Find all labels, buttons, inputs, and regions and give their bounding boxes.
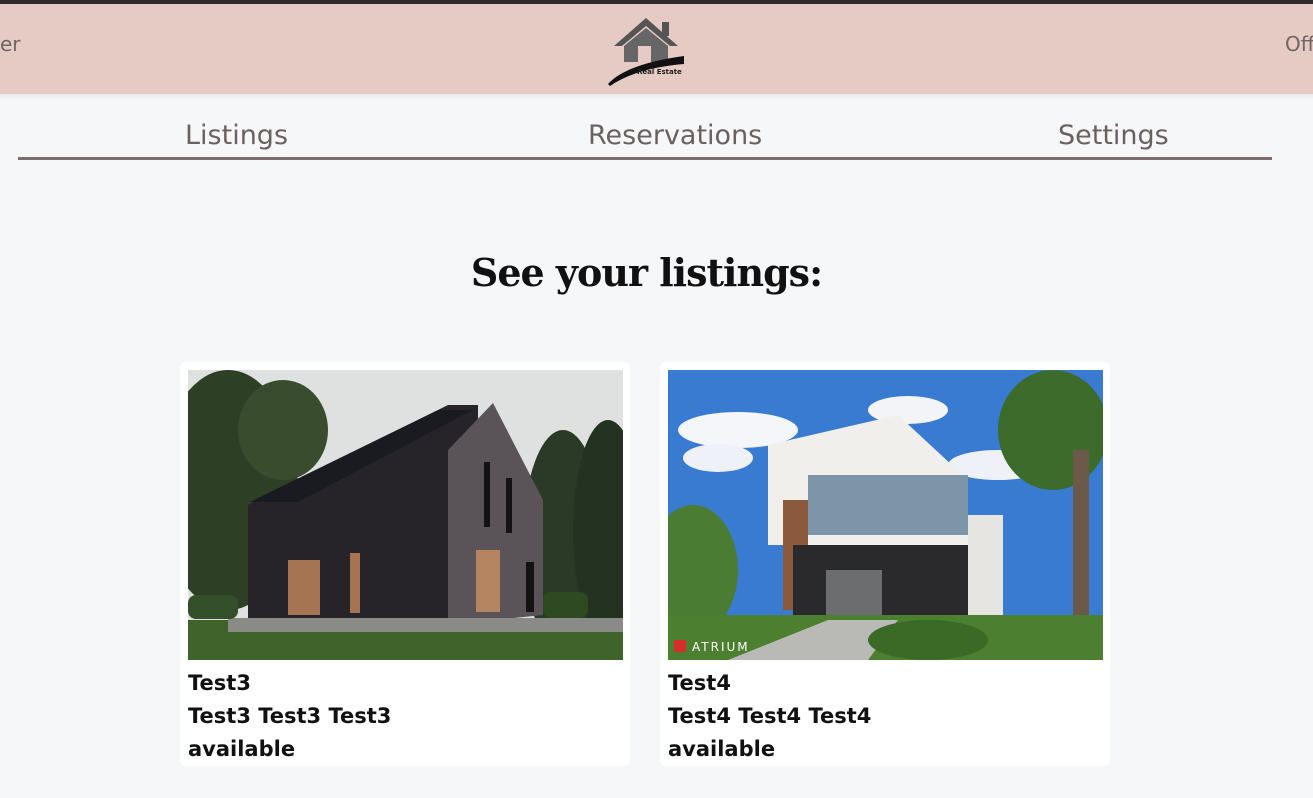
page-title: See your listings: — [470, 250, 823, 295]
listing-card[interactable]: Test3 Test3 Test3 Test3 available — [180, 362, 630, 766]
listing-description: Test4 Test4 Test4 — [668, 704, 872, 728]
header-left-link[interactable]: er — [0, 32, 21, 56]
main-nav: Listings Reservations Settings — [18, 112, 1272, 160]
tab-listings[interactable]: Listings — [185, 120, 288, 151]
listing-card[interactable]: ATRIUM Test4 Test4 Test4 Test4 available — [660, 362, 1110, 766]
tab-reservations[interactable]: Reservations — [588, 120, 762, 151]
listing-name: Test4 — [668, 671, 731, 695]
header-divider — [0, 94, 1313, 98]
header-right-link[interactable]: Off — [1285, 32, 1313, 56]
tab-settings[interactable]: Settings — [1058, 120, 1169, 151]
listing-status: available — [188, 737, 296, 761]
listing-image[interactable]: ATRIUM — [668, 370, 1103, 660]
watermark-logo: ATRIUM — [692, 640, 750, 654]
listing-status: available — [668, 737, 776, 761]
listing-image[interactable] — [188, 370, 623, 660]
site-header: er Real Estate Off — [0, 4, 1313, 94]
logo-caption: Real Estate — [637, 68, 682, 76]
listing-description: Test3 Test3 Test3 — [188, 704, 392, 728]
listing-name: Test3 — [188, 671, 251, 695]
